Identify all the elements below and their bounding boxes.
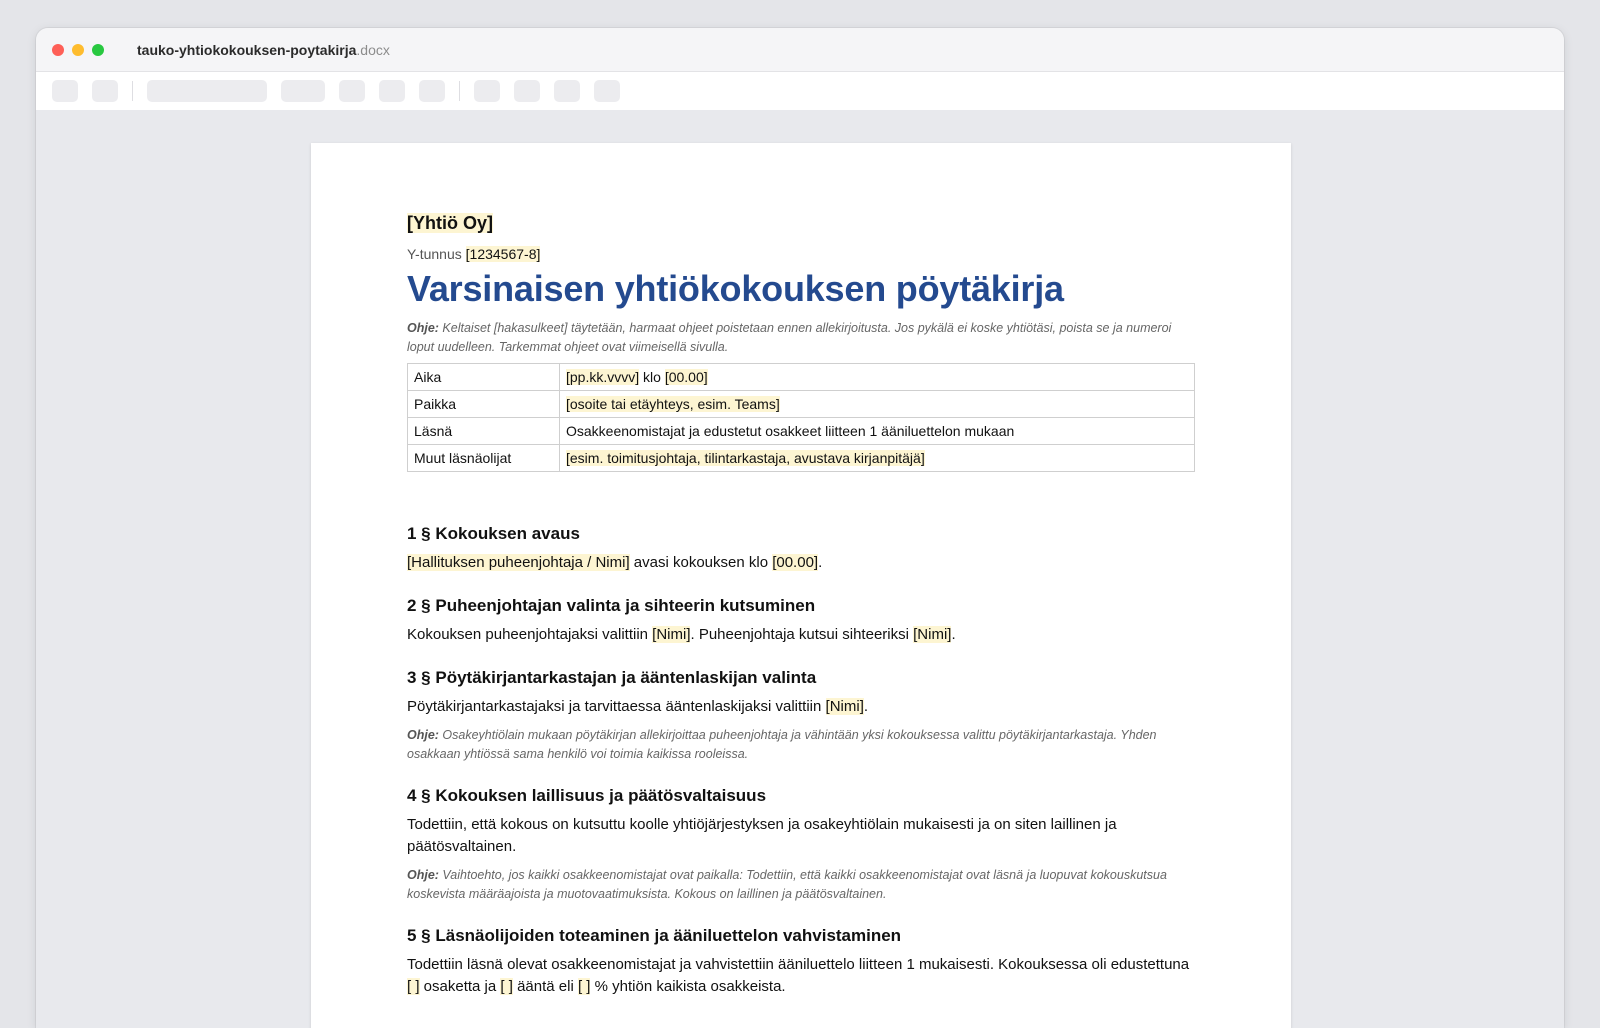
- guide-label: Ohje:: [407, 728, 439, 742]
- section-heading: 1 § Kokouksen avaus: [407, 524, 580, 543]
- table-row: Muut läsnäolijat [esim. toimitusjohtaja,…: [407, 444, 1195, 472]
- inline-text: ääntä eli: [512, 978, 578, 995]
- guide-label: Ohje:: [407, 868, 439, 882]
- inline-text: .: [951, 626, 956, 643]
- window-title: tauko-yhtiokokouksen-poytakirja.docx: [137, 42, 390, 58]
- table-cell-value: [osoite tai etäyhteys, esim. Teams]: [559, 390, 1195, 418]
- meeting-details-table: Aika [pp.kk.vvvv] klo [00.00] Paikka [os…: [407, 363, 1195, 472]
- toolbar: [36, 72, 1564, 111]
- section-text: Pöytäkirjantarkastajaksi ja tarvittaessa…: [407, 696, 1195, 718]
- window-controls: [52, 43, 104, 56]
- guide-label: Ohje:: [407, 321, 439, 335]
- fill-field[interactable]: [1234567-8]: [465, 246, 541, 262]
- table-cell-value: [pp.kk.vvvv] klo [00.00]: [559, 363, 1195, 391]
- inline-text: avasi kokouksen klo: [629, 554, 773, 571]
- table-cell-label: Aika: [407, 363, 560, 391]
- title-bar: tauko-yhtiokokouksen-poytakirja.docx: [36, 28, 1564, 72]
- fill-field[interactable]: [Nimi]: [652, 626, 691, 643]
- toolbar-button-6[interactable]: [474, 80, 500, 102]
- toolbar-size-dropdown[interactable]: [281, 80, 325, 102]
- inline-text: .: [863, 698, 869, 715]
- guide-note: Ohje: Keltaiset [hakasulkeet] täytetään,…: [407, 319, 1195, 357]
- fill-field[interactable]: [Hallituksen puheenjohtaja / Nimi]: [407, 554, 630, 571]
- section-text: Todettiin, että kokous on kutsuttu kooll…: [407, 816, 1117, 855]
- toolbar-button-7[interactable]: [514, 80, 540, 102]
- inline-text: Todettiin läsnä olevat osakkeenomistajat…: [407, 956, 1190, 973]
- fill-field[interactable]: [ ]: [577, 978, 591, 995]
- fill-field[interactable]: [ ]: [407, 978, 420, 995]
- guide-text: Keltaiset [hakasulkeet] täytetään, harma…: [407, 321, 1172, 354]
- section-text: Kokouksen puheenjohtajaksi valittiin [Ni…: [407, 624, 1195, 646]
- inline-text: osaketta ja: [419, 978, 501, 995]
- toolbar-divider: [459, 81, 460, 101]
- inline-text: klo: [639, 369, 665, 385]
- table-cell-label: Muut läsnäolijat: [407, 444, 560, 472]
- toolbar-button-2[interactable]: [92, 80, 118, 102]
- file-extension: .docx: [356, 41, 390, 58]
- company-name: [Yhtiö Oy]: [407, 213, 1195, 234]
- fill-field[interactable]: [00.00]: [772, 554, 819, 571]
- toolbar-button-3[interactable]: [339, 80, 365, 102]
- inline-text: Pöytäkirjantarkastajaksi ja tarvittaessa…: [407, 698, 826, 715]
- fill-field[interactable]: [ ]: [500, 978, 513, 995]
- table-row: Paikka [osoite tai etäyhteys, esim. Team…: [407, 390, 1195, 418]
- table-cell-label: Paikka: [407, 390, 560, 418]
- table-row: Läsnä Osakkeenomistajat ja edustetut osa…: [407, 417, 1195, 445]
- business-id: Y-tunnus [1234567-8]: [407, 246, 1195, 262]
- toolbar-button-5[interactable]: [419, 80, 445, 102]
- section-heading: 4 § Kokouksen laillisuus ja päätösvaltai…: [407, 786, 767, 805]
- fill-field[interactable]: [Nimi]: [913, 626, 952, 643]
- table-cell-value: Osakkeenomistajat ja edustetut osakkeet …: [559, 417, 1195, 445]
- table-cell-label: Läsnä: [407, 417, 560, 445]
- file-name: tauko-yhtiokokouksen-poytakirja: [137, 41, 357, 58]
- fill-field[interactable]: [pp.kk.vvvv]: [566, 369, 640, 385]
- section-text: Todettiin läsnä olevat osakkeenomistajat…: [407, 954, 1195, 998]
- toolbar-button-8[interactable]: [554, 80, 580, 102]
- close-window-button[interactable]: [52, 43, 64, 56]
- table-row: Aika [pp.kk.vvvv] klo [00.00]: [407, 363, 1195, 391]
- fill-field[interactable]: [esim. toimitusjohtaja, tilintarkastaja,…: [566, 450, 925, 466]
- fill-field[interactable]: [Nimi]: [825, 698, 864, 715]
- inline-text: % yhtiön kaikista osakkeista.: [590, 978, 786, 995]
- section-heading: 3 § Pöytäkirjantarkastajan ja ääntenlask…: [407, 668, 817, 687]
- minimize-window-button[interactable]: [72, 43, 84, 56]
- guide-note: Ohje: Osakeyhtiölain mukaan pöytäkirjan …: [407, 726, 1195, 764]
- document-page[interactable]: [Yhtiö Oy] Y-tunnus [1234567-8] Varsinai…: [311, 143, 1291, 1028]
- toolbar-divider: [132, 81, 133, 101]
- section-heading: 2 § Puheenjohtajan valinta ja sihteerin …: [407, 596, 816, 615]
- document-canvas[interactable]: [Yhtiö Oy] Y-tunnus [1234567-8] Varsinai…: [36, 110, 1564, 1028]
- fill-field[interactable]: [Yhtiö Oy]: [407, 213, 493, 233]
- fill-field[interactable]: [00.00]: [664, 369, 708, 385]
- zoom-window-button[interactable]: [92, 43, 104, 56]
- toolbar-button-9[interactable]: [594, 80, 620, 102]
- section-text: [Hallituksen puheenjohtaja / Nimi] avasi…: [407, 552, 1195, 574]
- guide-text: Osakeyhtiölain mukaan pöytäkirjan alleki…: [407, 728, 1157, 761]
- fill-field[interactable]: [osoite tai etäyhteys, esim. Teams]: [566, 396, 780, 412]
- guide-note: Ohje: Vaihtoehto, jos kaikki osakkeenomi…: [407, 866, 1195, 904]
- toolbar-style-dropdown[interactable]: [147, 80, 267, 102]
- toolbar-button-1[interactable]: [52, 80, 78, 102]
- section-heading: 5 § Läsnäolijoiden toteaminen ja äänilue…: [407, 926, 902, 945]
- document-window: tauko-yhtiokokouksen-poytakirja.docx [Yh…: [36, 28, 1564, 1028]
- guide-text: Vaihtoehto, jos kaikki osakkeenomistajat…: [407, 868, 1167, 901]
- business-id-label: Y-tunnus: [407, 246, 462, 262]
- document-title: Varsinaisen yhtiökokouksen pöytäkirja: [407, 268, 1064, 309]
- table-cell-value: [esim. toimitusjohtaja, tilintarkastaja,…: [559, 444, 1195, 472]
- inline-text: . Puheenjohtaja kutsui sihteeriksi: [690, 626, 914, 643]
- toolbar-button-4[interactable]: [379, 80, 405, 102]
- inline-text: Kokouksen puheenjohtajaksi valittiin: [407, 626, 653, 643]
- inline-text: .: [818, 554, 823, 571]
